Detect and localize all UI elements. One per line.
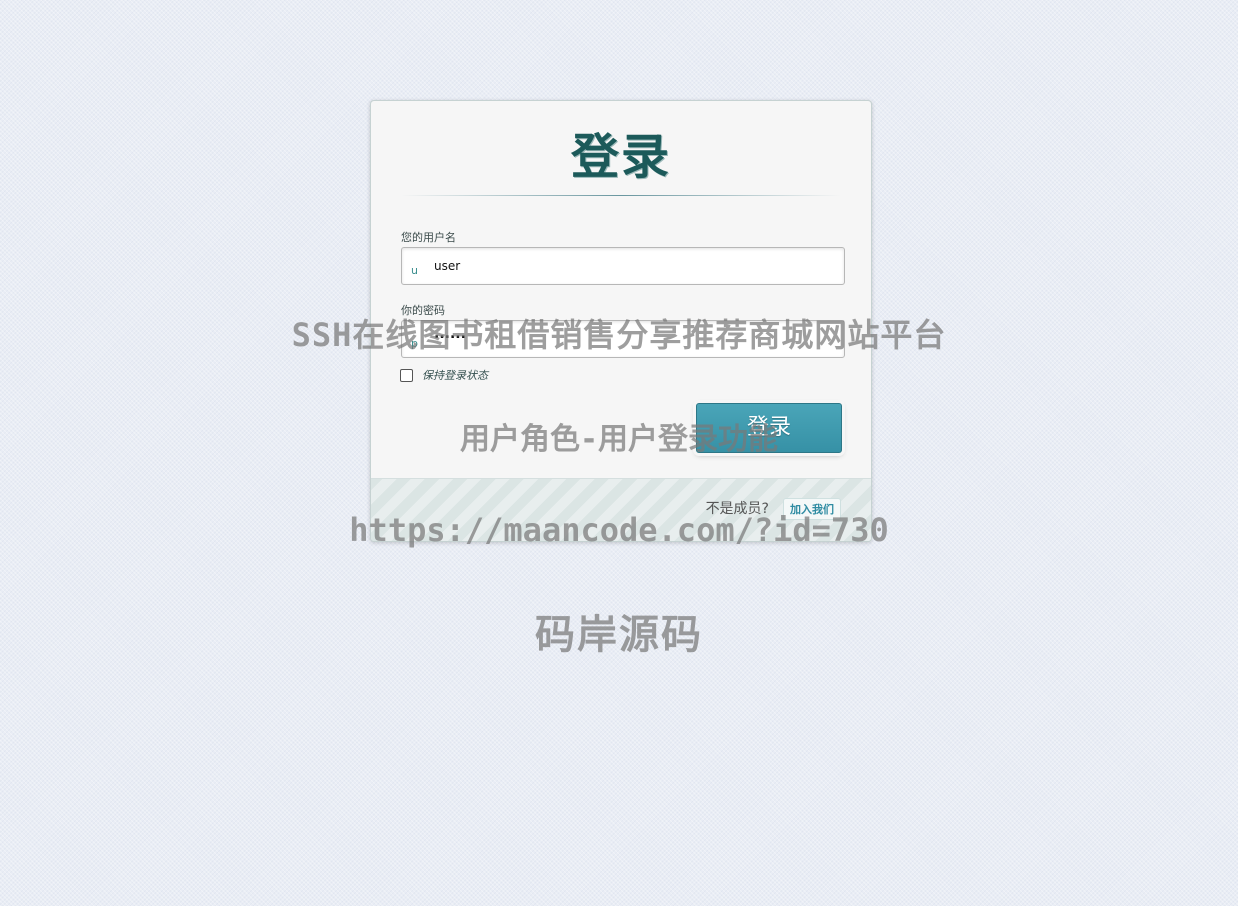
watermark-brand: 码岸源码 xyxy=(535,612,703,658)
watermark-title: SSH在线图书租借销售分享推荐商城网站平台 xyxy=(291,316,947,354)
title-divider xyxy=(401,195,841,196)
watermark-subtitle: 用户角色-用户登录功能 xyxy=(459,422,779,457)
remember-me: 保持登录状态 xyxy=(400,367,488,383)
username-label: 您的用户名 xyxy=(401,231,456,244)
remember-label[interactable]: 保持登录状态 xyxy=(422,367,488,383)
username-input[interactable]: u user xyxy=(401,247,845,285)
login-title: 登录 xyxy=(570,129,671,185)
user-icon: u xyxy=(411,264,418,277)
remember-checkbox[interactable] xyxy=(400,368,413,382)
watermark-url: https://maancode.com/?id=730 xyxy=(349,511,889,549)
username-value: user xyxy=(434,259,461,273)
